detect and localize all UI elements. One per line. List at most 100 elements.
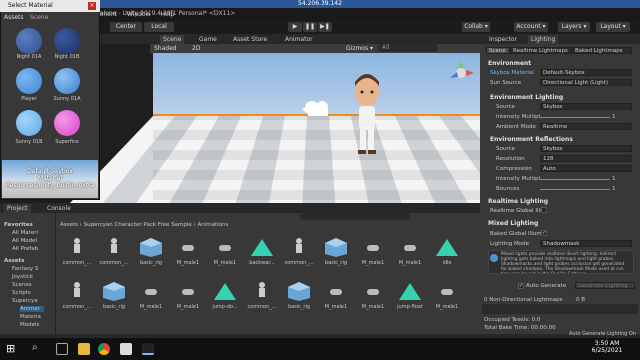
asset-mesh-icon[interactable] (321, 280, 351, 302)
picker-tab-scene[interactable]: Scene (30, 14, 48, 21)
skybox-field[interactable]: Default-Skybox (540, 69, 632, 76)
lighting-mode-dropdown[interactable]: Shadowmask (540, 240, 632, 247)
asset-model-icon[interactable] (136, 236, 166, 258)
tab-asset-store[interactable]: Asset Store (230, 35, 270, 44)
pivot-local-button[interactable]: Local (144, 22, 174, 32)
material-ball-superfice[interactable] (54, 110, 80, 136)
asset-animation-clip-icon[interactable] (284, 236, 314, 258)
tab-game[interactable]: Game (196, 35, 220, 44)
picker-tab-assets[interactable]: Assets (4, 14, 24, 21)
intensity-value[interactable]: 1 (612, 114, 616, 120)
asset-mesh-icon[interactable] (358, 280, 388, 302)
pivot-center-button[interactable]: Center (110, 22, 142, 32)
asset-animation-clip-icon[interactable] (210, 280, 240, 302)
menu-item-window[interactable]: Window (127, 11, 151, 18)
windows-start-icon[interactable]: ⊞ (6, 342, 15, 355)
tree-item[interactable]: All Materi (12, 230, 38, 236)
shading-mode-dropdown[interactable]: Shaded (154, 45, 177, 52)
tab-inspector[interactable]: Inspector (486, 35, 520, 44)
tree-item[interactable]: Supercya (12, 298, 38, 304)
gizmos-dropdown[interactable]: Gizmos ▾ (346, 45, 373, 52)
camera-icon[interactable] (300, 98, 334, 120)
tree-item[interactable]: Materia (20, 314, 41, 320)
chrome-icon[interactable] (98, 343, 110, 355)
tree-item[interactable]: All Prefab (12, 246, 38, 252)
scene-gizmo-icon[interactable] (446, 58, 476, 88)
asset-animation-clip-icon[interactable] (99, 236, 129, 258)
notepad-icon[interactable] (120, 343, 132, 355)
asset-model-icon[interactable] (284, 280, 314, 302)
auto-generate-checkbox[interactable]: ✓ (518, 283, 524, 289)
compression-dropdown[interactable]: Auto (540, 165, 632, 172)
breadcrumb[interactable]: Assets › Supercyan Character Pack Free S… (56, 221, 480, 230)
asset-mesh-icon[interactable] (432, 280, 462, 302)
bounces-value[interactable]: 1 (612, 186, 616, 192)
asset-animation-clip-icon[interactable] (62, 280, 92, 302)
collab-button[interactable]: Collab ▾ (462, 22, 490, 32)
source-dropdown[interactable]: Skybox (540, 103, 632, 110)
tree-assets[interactable]: Assets (4, 258, 24, 264)
play-button[interactable]: ▶ (288, 22, 302, 32)
subtab-realtime-lightmaps[interactable]: Realtime Lightmaps (510, 47, 572, 54)
intensity-slider[interactable] (540, 117, 610, 118)
material-ball-night01a[interactable] (16, 28, 42, 54)
subtab-baked-lightmaps[interactable]: Baked Lightmaps (572, 47, 632, 54)
realtime-gi-checkbox[interactable] (541, 207, 547, 213)
account-button[interactable]: Account ▾ (514, 22, 548, 32)
asset-animation-clip-icon[interactable] (395, 280, 425, 302)
tree-item-animations[interactable]: Animat (20, 306, 44, 312)
tab-console[interactable]: Console (44, 204, 74, 213)
scene-search-input[interactable]: All (378, 44, 438, 52)
pause-button[interactable]: ❚❚ (303, 22, 317, 32)
2d-toggle[interactable]: 2D (192, 45, 200, 52)
material-ball-sunny01b[interactable] (16, 110, 42, 136)
layout-dropdown[interactable]: Layout ▾ (596, 22, 630, 32)
asset-animation-clip-icon[interactable] (247, 236, 277, 258)
ambient-dropdown[interactable]: Realtime (540, 123, 632, 130)
subtab-scene[interactable]: Scene (486, 47, 510, 54)
asset-mesh-icon[interactable] (210, 236, 240, 258)
resolution-dropdown[interactable]: 128 (540, 155, 632, 162)
generate-lighting-button[interactable]: Generate Lighting (575, 282, 635, 289)
tab-scene[interactable]: Scene (160, 35, 185, 44)
asset-animation-clip-icon[interactable] (247, 280, 277, 302)
clock[interactable]: 3:50 AM 6/25/2021 (590, 340, 624, 354)
material-ball-sunny01a[interactable] (54, 68, 80, 94)
close-icon[interactable]: × (88, 2, 96, 10)
asset-mesh-icon[interactable] (173, 236, 203, 258)
tree-item[interactable]: Joystick (12, 274, 33, 280)
reflection-source-dropdown[interactable]: Skybox (540, 145, 632, 152)
tree-item[interactable]: Scenes (12, 282, 32, 288)
task-view-icon[interactable] (56, 343, 68, 355)
asset-mesh-icon[interactable] (136, 280, 166, 302)
tree-item[interactable]: All Model (12, 238, 37, 244)
rint-value[interactable]: 1 (612, 176, 616, 182)
layers-dropdown[interactable]: Layers ▾ (558, 22, 590, 32)
step-button[interactable]: ▶❚ (318, 22, 332, 32)
tree-item[interactable]: Fantasy S (12, 266, 38, 272)
tree-item[interactable]: Scripts (12, 290, 31, 296)
search-icon[interactable]: ⌕ (32, 342, 38, 353)
project-search-input[interactable] (300, 213, 410, 220)
asset-mesh-icon[interactable] (358, 236, 388, 258)
reflection-intensity-slider[interactable] (540, 179, 610, 180)
bounces-slider[interactable] (540, 189, 610, 190)
tab-animator[interactable]: Animator (282, 35, 316, 44)
baked-gi-checkbox[interactable]: ✓ (541, 230, 547, 236)
tab-lighting[interactable]: Lighting (528, 35, 559, 44)
menu-item-help[interactable]: Help (161, 11, 175, 18)
tree-item[interactable]: Models (20, 322, 39, 328)
tab-project[interactable]: Project (4, 204, 31, 213)
tree-favorites[interactable]: Favorites (4, 222, 33, 228)
asset-mesh-icon[interactable] (395, 236, 425, 258)
asset-model-icon[interactable] (321, 236, 351, 258)
file-explorer-icon[interactable] (78, 343, 90, 355)
asset-animation-clip-icon[interactable] (432, 236, 462, 258)
material-ball-player[interactable] (16, 68, 42, 94)
asset-animation-clip-icon[interactable] (62, 236, 92, 258)
character-model[interactable] (350, 70, 384, 160)
sun-source-field[interactable]: Directional Light (Light) (540, 79, 632, 86)
asset-mesh-icon[interactable] (173, 280, 203, 302)
material-ball-night01b[interactable] (54, 28, 80, 54)
unity-icon[interactable] (142, 343, 154, 355)
